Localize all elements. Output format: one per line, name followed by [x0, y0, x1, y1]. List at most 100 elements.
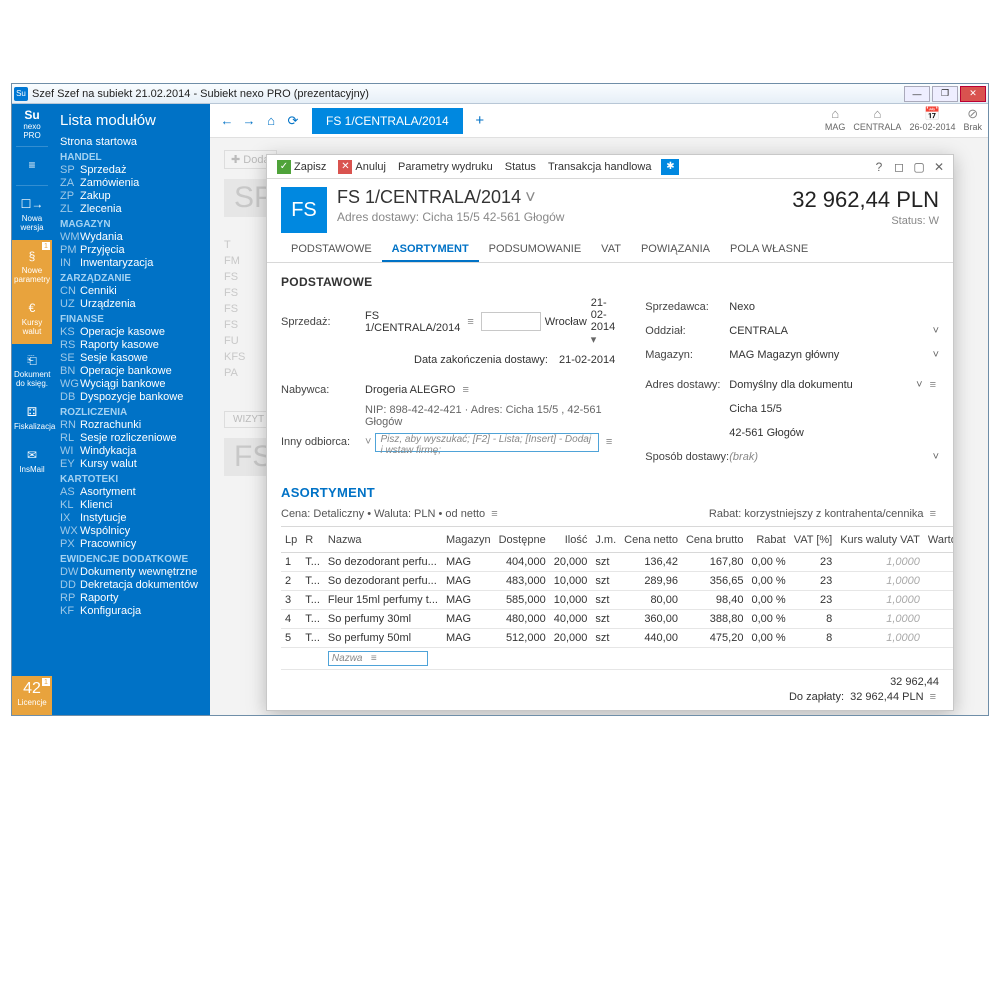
discount-menu-icon[interactable] — [927, 508, 939, 520]
price-menu-icon[interactable] — [488, 508, 500, 520]
ctx-centrala[interactable]: ⌂CENTRALA — [853, 106, 901, 132]
close-button[interactable]: ✕ — [960, 86, 986, 102]
module-item[interactable]: DBDyspozycje bankowe — [52, 391, 210, 404]
transaction-button[interactable]: Transakcja handlowa — [542, 156, 658, 178]
buyer-menu-icon[interactable] — [459, 384, 471, 396]
strip-menu[interactable]: ≡ — [12, 149, 52, 183]
module-item[interactable]: IXInstytucje — [52, 512, 210, 525]
dialog-tab[interactable]: POWIĄZANIA — [631, 237, 720, 262]
module-item[interactable]: KLKlienci — [52, 499, 210, 512]
grid-col-header[interactable]: J.m. — [591, 527, 620, 553]
module-item[interactable]: ZLZlecenia — [52, 203, 210, 216]
new-item-name-input[interactable]: Nazwa ≡ — [328, 651, 428, 666]
strip-currency[interactable]: €Kursy walut — [12, 292, 52, 344]
grid-col-header[interactable]: Cena brutto — [682, 527, 747, 553]
ctx-date[interactable]: 📅26-02-2014 — [909, 106, 955, 132]
ctx-brak[interactable]: ⊘Brak — [963, 106, 982, 132]
dialog-tab[interactable]: PODSUMOWANIE — [479, 237, 592, 262]
sale-blank-input[interactable] — [481, 312, 541, 331]
status-button[interactable]: Status — [499, 156, 542, 178]
module-item[interactable]: WIWindykacja — [52, 445, 210, 458]
document-tab[interactable]: FS 1/CENTRALA/2014 — [312, 108, 463, 134]
module-item[interactable]: RLSesje rozliczeniowe — [52, 432, 210, 445]
module-item[interactable]: UZUrządzenia — [52, 298, 210, 311]
sale-doc-menu-icon[interactable] — [464, 316, 476, 328]
dialog-tab[interactable]: ASORTYMENT — [382, 237, 479, 262]
grid-col-header[interactable]: Kurs waluty VAT — [836, 527, 924, 553]
dialog-tab[interactable]: VAT — [591, 237, 631, 262]
module-item[interactable]: SPSprzedaż — [52, 164, 210, 177]
module-start[interactable]: Strona startowa — [52, 135, 210, 149]
strip-fiscal[interactable]: ⚃Fiskalizacja — [12, 396, 52, 439]
cancel-button[interactable]: ✕Anuluj — [332, 156, 392, 178]
grid-col-header[interactable]: Rabat — [747, 527, 789, 553]
ctx-mag[interactable]: ⌂MAG — [825, 106, 846, 132]
doc-title-dropdown-icon[interactable]: ˅ — [525, 187, 536, 207]
grid-col-header[interactable]: Ilość — [550, 527, 592, 553]
module-item[interactable]: DDDekretacja dokumentów — [52, 579, 210, 592]
minimize-button[interactable]: — — [904, 86, 930, 102]
module-item[interactable]: KSOperacje kasowe — [52, 326, 210, 339]
delivery-address-select[interactable]: Domyślny dla dokumentu — [729, 379, 853, 391]
module-item[interactable]: EYKursy walut — [52, 458, 210, 471]
warehouse-select[interactable]: MAG Magazyn główny — [729, 349, 839, 361]
grid-row[interactable]: 2T...So dezodorant perfu...MAG483,00010,… — [281, 572, 953, 591]
dialog-tab[interactable]: PODSTAWOWE — [281, 237, 382, 262]
dlg-close-button[interactable]: ✕ — [929, 157, 949, 177]
module-item[interactable]: KFKonfiguracja — [52, 605, 210, 618]
to-pay-menu-icon[interactable] — [927, 691, 939, 703]
branch-select[interactable]: CENTRALA — [729, 325, 788, 337]
save-button[interactable]: ✓Zapisz — [271, 156, 332, 178]
module-item[interactable]: DWDokumenty wewnętrzne — [52, 566, 210, 579]
print-params-button[interactable]: Parametry wydruku — [392, 156, 499, 178]
grid-col-header[interactable]: VAT [%] — [790, 527, 837, 553]
grid-row[interactable]: 5T...So perfumy 50mlMAG512,00020,000szt4… — [281, 629, 953, 648]
delivery-address-menu-icon[interactable] — [927, 379, 939, 391]
module-item[interactable]: RPRaporty — [52, 592, 210, 605]
module-item[interactable]: WMWydania — [52, 231, 210, 244]
grid-row[interactable]: 4T...So perfumy 30mlMAG480,00040,000szt3… — [281, 610, 953, 629]
grid-col-header[interactable]: Magazyn — [442, 527, 495, 553]
new-tab[interactable]: + — [469, 110, 491, 132]
dlg-expand-button[interactable]: ◻ — [889, 157, 909, 177]
grid-col-header[interactable]: Wartość brutto (R) — [924, 527, 953, 553]
nav-back[interactable]: ← — [216, 110, 238, 132]
module-item[interactable]: PXPracownicy — [52, 538, 210, 551]
module-item[interactable]: BNOperacje bankowe — [52, 365, 210, 378]
delivery-method-select[interactable]: (brak) — [729, 451, 758, 463]
dlg-fullscreen-button[interactable]: ▢ — [909, 157, 929, 177]
grid-col-header[interactable]: Nazwa — [324, 527, 442, 553]
module-item[interactable]: ASAsortyment — [52, 486, 210, 499]
strip-new-params[interactable]: 1§Nowe parametry — [12, 240, 52, 292]
dialog-tab[interactable]: POLA WŁASNE — [720, 237, 818, 262]
module-item[interactable]: RSRaporty kasowe — [52, 339, 210, 352]
strip-licence[interactable]: 1 42 Licencje — [12, 676, 52, 715]
module-item[interactable]: WGWyciągi bankowe — [52, 378, 210, 391]
strip-new-version[interactable]: ☐→Nowa wersja — [12, 188, 52, 240]
other-recipient-menu-icon[interactable] — [603, 436, 615, 448]
other-recipient-input[interactable]: Pisz, aby wyszukać; [F2] - Lista; [Inser… — [375, 433, 598, 452]
module-item[interactable]: CNCenniki — [52, 285, 210, 298]
module-item[interactable]: RNRozrachunki — [52, 419, 210, 432]
grid-row[interactable]: 1T...So dezodorant perfu...MAG404,00020,… — [281, 553, 953, 572]
module-item[interactable]: ZAZamówienia — [52, 177, 210, 190]
module-item[interactable]: INInwentaryzacja — [52, 257, 210, 270]
gear-icon[interactable]: ✱ — [661, 159, 679, 175]
strip-doc-accounting[interactable]: ⎗Dokument do księg. — [12, 344, 52, 396]
help-button[interactable]: ? — [869, 157, 889, 177]
grid-new-row[interactable]: Nazwa ≡ — [281, 648, 953, 670]
nav-refresh[interactable]: ⟳ — [282, 110, 304, 132]
nav-fwd[interactable]: → — [238, 110, 260, 132]
nav-home[interactable]: ⌂ — [260, 110, 282, 132]
module-item[interactable]: PMPrzyjęcia — [52, 244, 210, 257]
grid-row[interactable]: 3T...Fleur 15ml perfumy t...MAG585,00010… — [281, 591, 953, 610]
sale-date[interactable]: 21-02-2014 — [591, 297, 615, 346]
module-item[interactable]: WXWspólnicy — [52, 525, 210, 538]
grid-col-header[interactable]: R — [301, 527, 324, 553]
grid-col-header[interactable]: Cena netto — [620, 527, 682, 553]
module-item[interactable]: ZPZakup — [52, 190, 210, 203]
maximize-button[interactable]: ❐ — [932, 86, 958, 102]
module-item[interactable]: SESesje kasowe — [52, 352, 210, 365]
grid-col-header[interactable]: Lp — [281, 527, 301, 553]
grid-col-header[interactable]: Dostępne — [495, 527, 550, 553]
